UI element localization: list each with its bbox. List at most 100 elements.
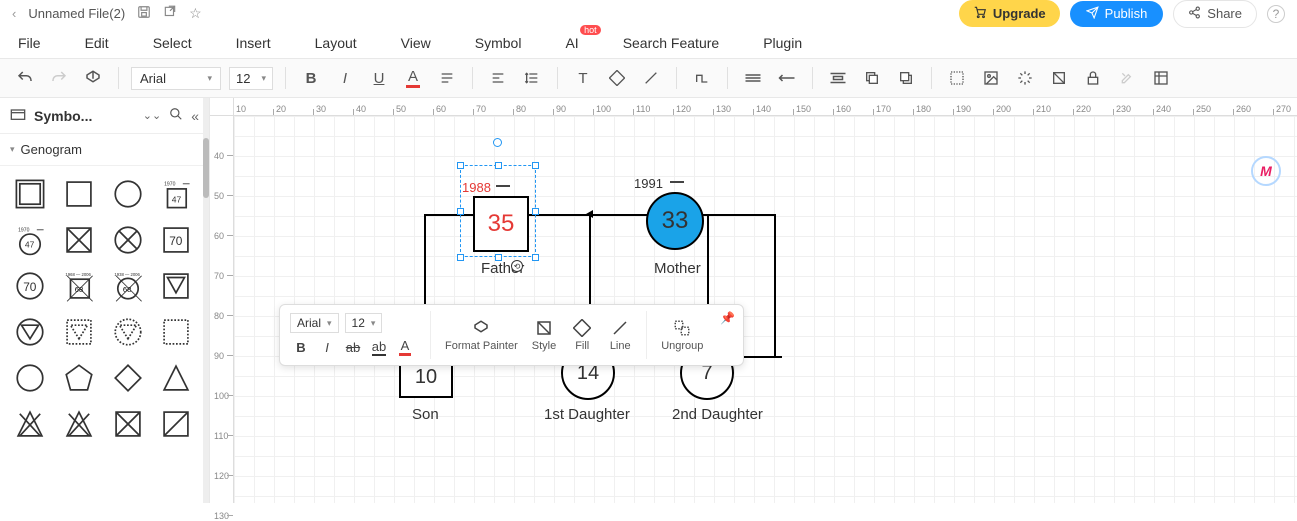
shape-circle[interactable]	[108, 174, 148, 214]
ctx-strikethrough-icon[interactable]: ab	[342, 337, 364, 357]
shape-square[interactable]	[59, 174, 99, 214]
menu-edit[interactable]: Edit	[85, 35, 109, 51]
canvas-area[interactable]: 1020304050607080901001101201301401501601…	[210, 98, 1297, 503]
effects-icon[interactable]	[1012, 65, 1038, 91]
line-color-icon[interactable]	[638, 65, 664, 91]
align-left-icon[interactable]	[485, 65, 511, 91]
bring-front-icon[interactable]	[859, 65, 885, 91]
ctx-font-select[interactable]: Arial▾	[290, 313, 339, 333]
ctx-format-painter[interactable]: Format Painter	[445, 318, 518, 352]
open-new-icon[interactable]	[163, 5, 177, 22]
shape-circle-70[interactable]: 70	[10, 266, 50, 306]
shape-triangle[interactable]	[156, 358, 196, 398]
highlight-icon[interactable]	[434, 65, 460, 91]
resize-handle[interactable]	[532, 254, 539, 261]
resize-handle[interactable]	[457, 208, 464, 215]
chevron-down-double-icon[interactable]: ⌄⌄	[143, 109, 161, 122]
shape-diamond[interactable]	[108, 358, 148, 398]
shape-triangle-in-square[interactable]	[156, 266, 196, 306]
shape-deceased-square[interactable]: 1968 — 200668	[59, 266, 99, 306]
star-icon[interactable]: ☆	[189, 5, 202, 22]
rotate-handle[interactable]: ⟲	[511, 260, 523, 272]
ctx-ungroup[interactable]: Ungroup	[661, 318, 703, 352]
shape-square-70[interactable]: 70	[156, 220, 196, 260]
line-spacing-icon[interactable]	[519, 65, 545, 91]
shape-pentagon[interactable]	[59, 358, 99, 398]
shape-dashed-triangle-square[interactable]	[59, 312, 99, 352]
arrow-start-icon[interactable]	[774, 65, 800, 91]
shape-dashed-square[interactable]	[156, 312, 196, 352]
share-button[interactable]: Share	[1173, 0, 1257, 28]
resize-handle[interactable]	[457, 162, 464, 169]
ctx-size-select[interactable]: 12▾	[345, 313, 383, 333]
assistant-button[interactable]: M	[1251, 156, 1281, 186]
tools-icon[interactable]	[1114, 65, 1140, 91]
ctx-fill[interactable]: Fill	[570, 318, 594, 352]
menu-symbol[interactable]: Symbol	[475, 35, 522, 51]
sidebar-scrollbar-thumb[interactable]	[203, 138, 209, 198]
ctx-italic-icon[interactable]: I	[316, 337, 338, 357]
bold-icon[interactable]: B	[298, 65, 324, 91]
distribute-icon[interactable]	[825, 65, 851, 91]
menu-search-feature[interactable]: Search Feature	[623, 35, 720, 51]
back-icon[interactable]: ‹	[12, 6, 16, 21]
shape-triangle-in-circle[interactable]	[10, 312, 50, 352]
section-genogram[interactable]: ▾ Genogram	[10, 142, 199, 157]
ctx-font-color-icon[interactable]: A	[394, 337, 416, 357]
menu-select[interactable]: Select	[153, 35, 192, 51]
shape-double-square[interactable]	[10, 174, 50, 214]
upgrade-button[interactable]: Upgrade	[959, 0, 1060, 27]
ctx-bold-icon[interactable]: B	[290, 337, 312, 357]
table-icon[interactable]	[1148, 65, 1174, 91]
shape-circle-x[interactable]	[108, 220, 148, 260]
shape-square-slash[interactable]	[156, 404, 196, 444]
font-color-icon[interactable]: A	[400, 65, 426, 91]
connector-icon[interactable]	[689, 65, 715, 91]
mother-node[interactable]: 33	[646, 192, 704, 250]
resize-handle[interactable]	[495, 254, 502, 261]
line-style-icon[interactable]	[740, 65, 766, 91]
search-icon[interactable]	[169, 107, 183, 124]
resize-handle[interactable]	[457, 254, 464, 261]
image-icon[interactable]	[978, 65, 1004, 91]
shape-square-x-2[interactable]	[108, 404, 148, 444]
undo-icon[interactable]	[12, 65, 38, 91]
shape-square-x[interactable]	[59, 220, 99, 260]
italic-icon[interactable]: I	[332, 65, 358, 91]
fill-color-icon[interactable]	[604, 65, 630, 91]
menu-file[interactable]: File	[18, 35, 41, 51]
send-back-icon[interactable]	[893, 65, 919, 91]
text-tool-icon[interactable]: T	[570, 65, 596, 91]
pin-icon[interactable]: 📌	[720, 311, 735, 325]
shape-year-circle[interactable]: 197047	[10, 220, 50, 260]
shape-circle-outline[interactable]	[10, 358, 50, 398]
shape-triangle-x-1[interactable]	[10, 404, 50, 444]
publish-button[interactable]: Publish	[1070, 1, 1164, 27]
menu-plugin[interactable]: Plugin	[763, 35, 802, 51]
resize-handle[interactable]	[532, 162, 539, 169]
menu-ai[interactable]: AIhot	[565, 35, 578, 51]
font-family-select[interactable]: Arial▾	[131, 67, 221, 90]
lock-icon[interactable]	[1080, 65, 1106, 91]
underline-icon[interactable]: U	[366, 65, 392, 91]
connection-point[interactable]	[493, 138, 502, 147]
menu-layout[interactable]: Layout	[315, 35, 357, 51]
format-painter-icon[interactable]	[80, 65, 106, 91]
save-icon[interactable]	[137, 5, 151, 22]
menu-view[interactable]: View	[401, 35, 431, 51]
shape-year-square[interactable]: 197047	[156, 174, 196, 214]
shape-dashed-triangle-circle[interactable]	[108, 312, 148, 352]
ctx-strike-ab-icon[interactable]: ab	[368, 337, 390, 357]
collapse-sidebar-icon[interactable]: «	[191, 108, 199, 124]
resize-handle[interactable]	[495, 162, 502, 169]
redo-icon[interactable]	[46, 65, 72, 91]
resize-handle[interactable]	[532, 208, 539, 215]
ctx-line[interactable]: Line	[608, 318, 632, 352]
ctx-style[interactable]: Style	[532, 318, 556, 352]
font-size-select[interactable]: 12▾	[229, 67, 273, 90]
help-icon[interactable]: ?	[1267, 5, 1285, 23]
menu-insert[interactable]: Insert	[236, 35, 271, 51]
group-icon[interactable]	[944, 65, 970, 91]
shape-triangle-x-2[interactable]	[59, 404, 99, 444]
shape-deceased-circle[interactable]: 1938 — 200668	[108, 266, 148, 306]
